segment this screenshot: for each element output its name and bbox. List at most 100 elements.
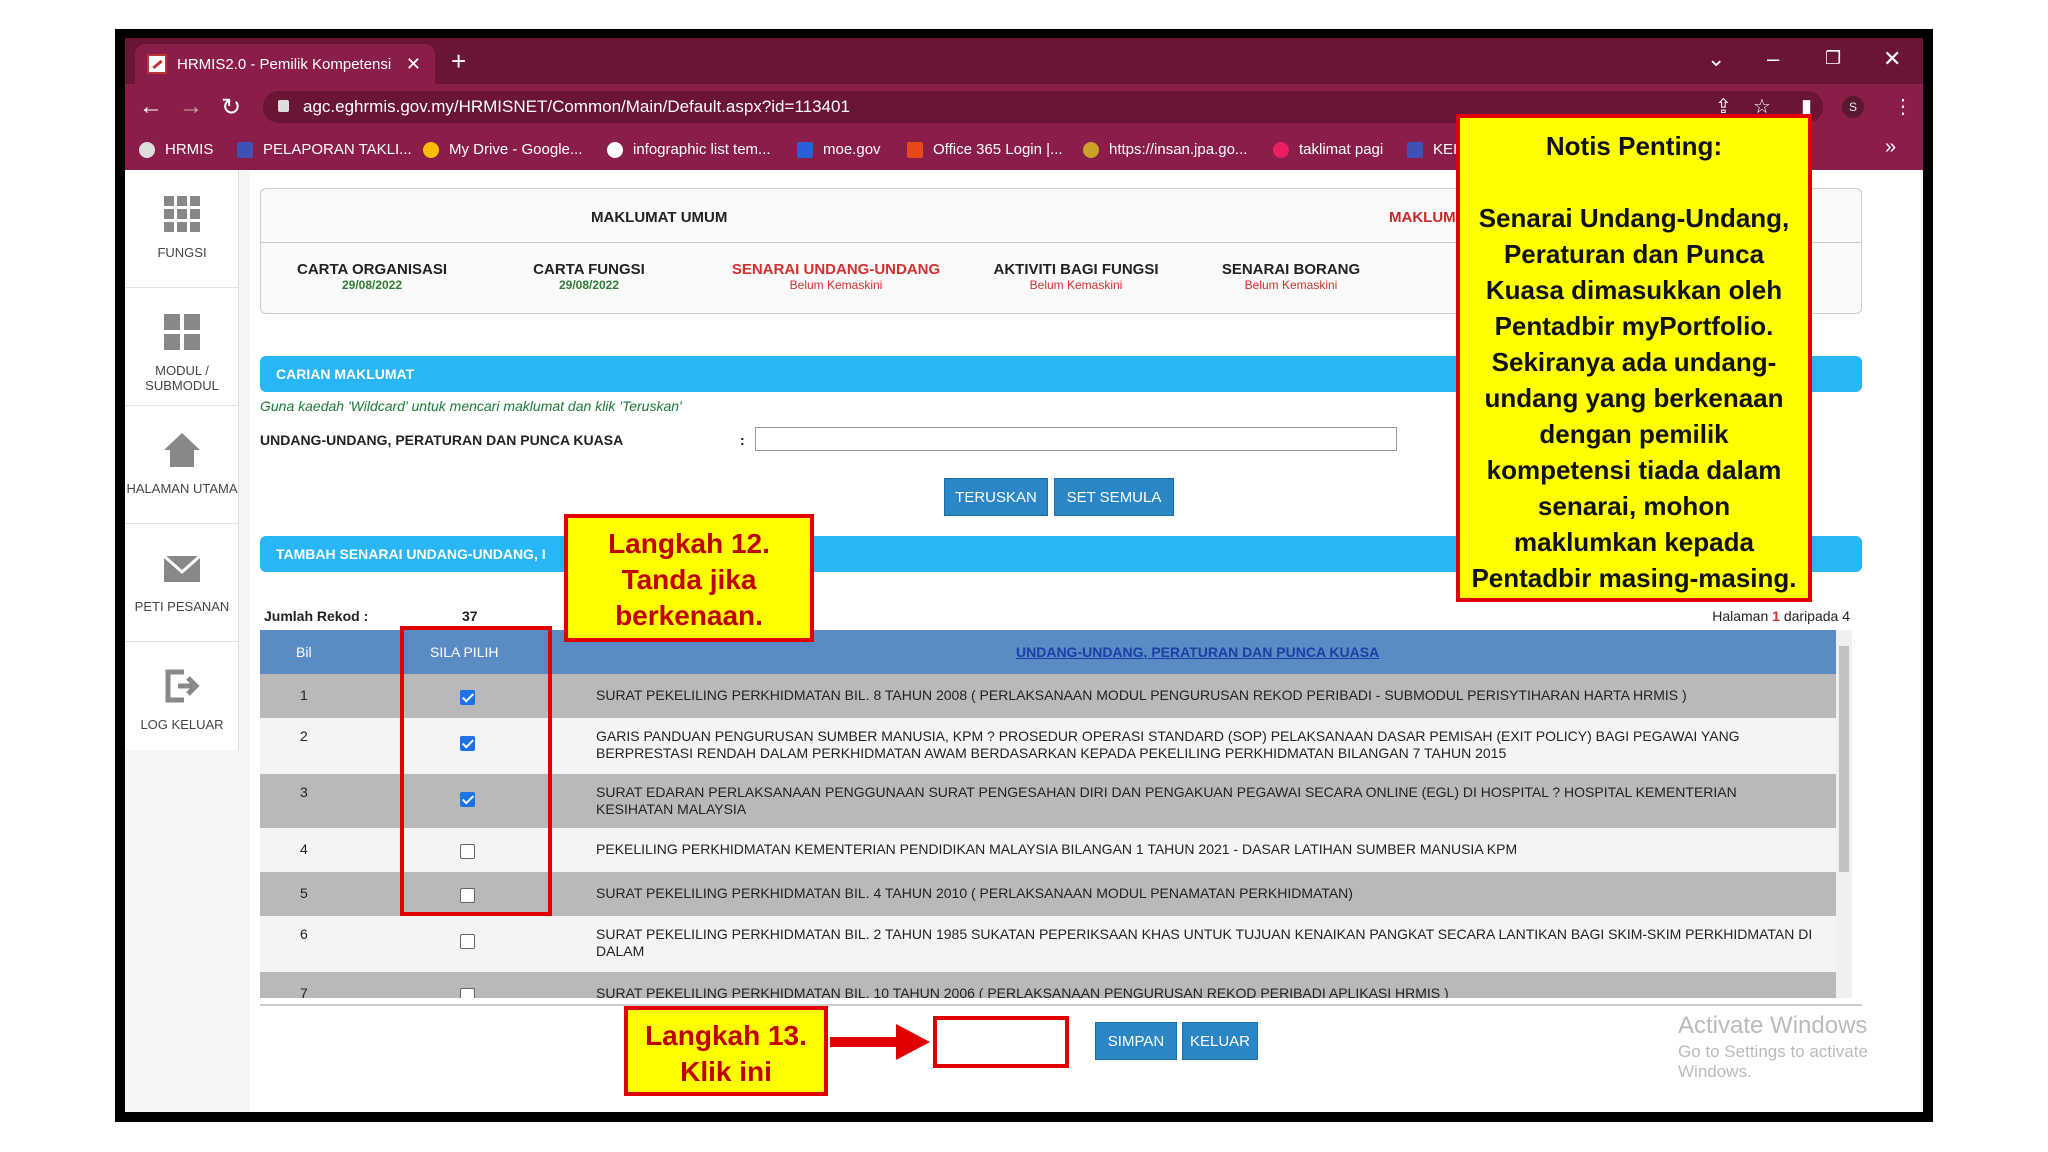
hrmis-favicon-icon: [147, 54, 167, 74]
row-bil: 5: [300, 885, 308, 901]
keluar-button[interactable]: KELUAR: [1182, 1022, 1258, 1060]
checkbox-highlight-box: [400, 626, 552, 916]
item-label: AKTIVITI BAGI FUNGSI: [993, 261, 1159, 278]
arrow-right-icon: [896, 1024, 930, 1060]
item-date: 29/08/2022: [341, 278, 403, 292]
arrow-shaft: [830, 1037, 900, 1047]
mail-icon: [163, 554, 201, 582]
aktiviti-fungsi-link[interactable]: AKTIVITI BAGI FUNGSI Belum Kemaskini: [991, 261, 1161, 292]
teruskan-button[interactable]: TERUSKAN: [944, 478, 1048, 516]
bookmark-moe[interactable]: moe.gov: [797, 141, 881, 158]
bookmark-insan-jpa[interactable]: https://insan.jpa.go...: [1083, 141, 1247, 158]
window-close-icon[interactable]: ✕: [1883, 46, 1901, 72]
tab-title: HRMIS2.0 - Pemilik Kompetensi: [177, 55, 392, 73]
reload-icon[interactable]: ↻: [221, 93, 241, 122]
notis-title: Notis Penting:: [1545, 131, 1723, 161]
carta-fungsi-link[interactable]: CARTA FUNGSI 29/08/2022: [529, 261, 649, 292]
carta-organisasi-link[interactable]: CARTA ORGANISASI 29/08/2022: [297, 261, 447, 292]
col-undang-sort-link[interactable]: UNDANG-UNDANG, PERATURAN DAN PUNCA KUASA: [1016, 644, 1379, 660]
office-icon: [907, 141, 923, 158]
maklumat-title-2: MAKLUMA: [1389, 209, 1467, 226]
drive-icon: [423, 141, 439, 158]
bookmark-hrmis[interactable]: HRMIS: [139, 141, 213, 158]
item-label: SENARAI BORANG: [1221, 261, 1361, 278]
sidebar-item-halaman-utama[interactable]: HALAMAN UTAMA: [125, 406, 239, 524]
search-hint: Guna kaedah 'Wildcard' untuk mencari mak…: [260, 398, 682, 414]
bookmark-taklimat[interactable]: taklimat pagi: [1273, 141, 1383, 158]
sidebar-item-log-keluar[interactable]: LOG KELUAR: [125, 642, 239, 760]
grid-icon: [164, 196, 200, 232]
forward-arrow-icon[interactable]: →: [179, 93, 203, 121]
more-bookmarks-icon[interactable]: »: [1885, 136, 1896, 159]
row-checkbox[interactable]: [460, 934, 475, 949]
langkah-13-callout: Langkah 13. Klik ini: [624, 1006, 828, 1096]
restore-icon[interactable]: ❐: [1825, 48, 1841, 69]
minimize-icon[interactable]: –: [1767, 46, 1779, 72]
sidebar-label: LOG KELUAR: [140, 717, 224, 732]
home-icon: [164, 433, 200, 467]
col-bil: Bil: [296, 644, 312, 660]
google-icon: [607, 141, 623, 158]
table-row: 7 SURAT PEKELILING PERKHIDMATAN BIL. 10 T…: [260, 972, 1836, 998]
notis-body: Senarai Undang-Undang, Peraturan dan Pun…: [1471, 203, 1797, 593]
halaman-label: Halaman: [1712, 608, 1769, 624]
row-text: SURAT PEKELILING PERKHIDMATAN BIL. 10 TA…: [596, 985, 1449, 998]
row-text: SURAT EDARAN PERLAKSANAAN PENGGUNAAN SUR…: [596, 784, 1737, 817]
row-bil: 2: [300, 728, 308, 744]
profile-avatar[interactable]: S: [1842, 96, 1864, 118]
notis-penting-callout: Notis Penting: Senarai Undang-Undang, Pe…: [1456, 114, 1812, 602]
simpan-highlight-box: [933, 1016, 1069, 1068]
sidebar-label: PETI PESANAN: [134, 599, 230, 614]
row-checkbox[interactable]: [460, 988, 475, 998]
row-text: SURAT PEKELILING PERKHIDMATAN BIL. 4 TAH…: [596, 885, 1353, 901]
browser-tab[interactable]: HRMIS2.0 - Pemilik Kompetensi ✕: [135, 44, 435, 84]
colorful-icon: [1273, 141, 1289, 158]
sidebar-item-fungsi[interactable]: FUNGSI: [125, 170, 239, 288]
item-status: Belum Kemaskini: [1029, 278, 1123, 292]
table-scrollbar[interactable]: [1836, 630, 1852, 998]
senarai-borang-link[interactable]: SENARAI BORANG Belum Kemaskini: [1221, 261, 1361, 292]
senarai-undang-link[interactable]: SENARAI UNDANG-UNDANG Belum Kemaskini: [731, 261, 941, 292]
tab-search-chevron-icon[interactable]: ⌄: [1707, 46, 1725, 72]
search-input[interactable]: [755, 427, 1397, 451]
scrollbar-thumb[interactable]: [1839, 646, 1849, 872]
sidebar-label: FUNGSI: [157, 245, 207, 260]
bookmark-pelaporan[interactable]: PELAPORAN TAKLI...: [237, 141, 412, 158]
tab-close-icon[interactable]: ✕: [406, 54, 421, 75]
modules-icon: [164, 314, 200, 350]
item-label: CARTA ORGANISASI: [297, 261, 447, 278]
row-bil: 4: [300, 841, 308, 857]
jumlah-rekod-value: 37: [462, 608, 478, 624]
bookmark-office365[interactable]: Office 365 Login |...: [907, 141, 1063, 158]
item-date: 29/08/2022: [558, 278, 620, 292]
item-label: SENARAI UNDANG-UNDANG: [731, 261, 941, 278]
item-label: CARTA FUNGSI: [533, 261, 645, 278]
jumlah-rekod-label: Jumlah Rekod :: [264, 608, 369, 624]
list-icon: [1407, 141, 1423, 158]
url-text: agc.eghrmis.gov.my/HRMISNET/Common/Main/…: [303, 97, 850, 116]
row-text: SURAT PEKELILING PERKHIDMATAN BIL. 2 TAH…: [596, 926, 1813, 959]
sidebar-item-peti-pesanan[interactable]: PETI PESANAN: [125, 524, 239, 642]
bookmark-kei[interactable]: KEI: [1407, 141, 1457, 158]
sidebar-label: HALAMAN UTAMA: [126, 481, 238, 496]
row-text: GARIS PANDUAN PENGURUSAN SUMBER MANUSIA,…: [596, 728, 1740, 761]
row-text: PEKELILING PERKHIDMATAN KEMENTERIAN PEND…: [596, 841, 1518, 857]
bookmark-infographic[interactable]: infographic list tem...: [607, 141, 771, 158]
halaman-total: daripada 4: [1783, 608, 1850, 624]
halaman-number: 1: [1772, 608, 1780, 624]
back-arrow-icon[interactable]: ←: [139, 93, 163, 121]
lock-icon: [278, 100, 289, 112]
bookmark-my-drive[interactable]: My Drive - Google...: [423, 141, 582, 158]
set-semula-button[interactable]: SET SEMULA: [1054, 478, 1174, 516]
row-bil: 1: [300, 687, 308, 703]
logout-icon: [165, 669, 200, 703]
simpan-button[interactable]: SIMPAN: [1095, 1022, 1177, 1060]
list-icon: [237, 141, 253, 158]
menu-kebab-icon[interactable]: ⋮: [1893, 94, 1913, 119]
row-text: SURAT PEKELILING PERKHIDMATAN BIL. 8 TAH…: [596, 687, 1687, 703]
row-bil: 7: [300, 985, 308, 998]
new-tab-button[interactable]: +: [451, 46, 466, 77]
pagination-info: Halaman 1 daripada 4: [1712, 608, 1850, 624]
sidebar-item-modul[interactable]: MODUL / SUBMODUL: [125, 288, 239, 406]
globe-icon: [139, 141, 155, 158]
